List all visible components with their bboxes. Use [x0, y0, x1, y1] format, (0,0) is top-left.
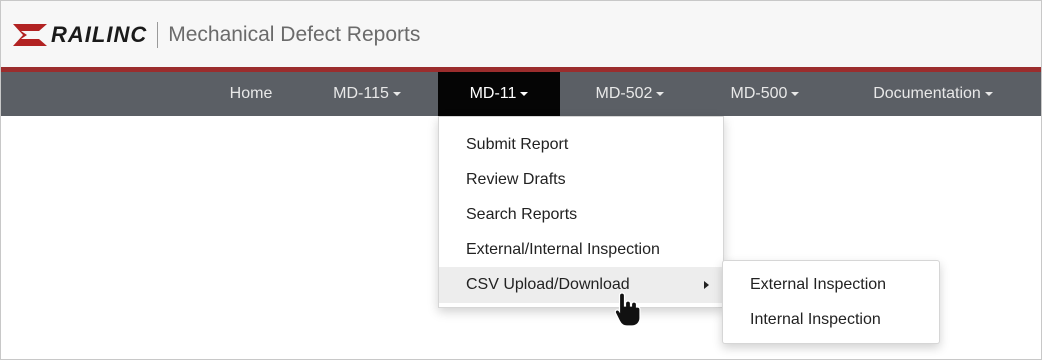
caret-down-icon — [520, 91, 529, 96]
caret-down-icon — [984, 91, 993, 96]
page-header: RAILINC Mechanical Defect Reports — [1, 1, 1041, 67]
brand-name: RAILINC — [51, 22, 148, 47]
menu-item-label: CSV Upload/Download — [466, 276, 630, 293]
menu-item-label: Review Drafts — [466, 171, 566, 188]
nav-md502-label: MD-502 — [595, 85, 653, 102]
submenu-item-label: External Inspection — [750, 276, 887, 293]
app-window: RAILINC Mechanical Defect Reports Home M… — [0, 0, 1042, 360]
main-nav: Home MD-115 MD-11 MD-502 MD-500 Document… — [1, 72, 1041, 116]
menu-item-external-internal-inspection[interactable]: External/Internal Inspection — [439, 232, 723, 268]
app-title: Mechanical Defect Reports — [168, 23, 421, 46]
menu-item-label: Search Reports — [466, 206, 578, 223]
submenu-item-internal-inspection[interactable]: Internal Inspection — [723, 303, 939, 337]
nav-md11-label: MD-11 — [469, 85, 517, 102]
brand-divider — [157, 22, 159, 48]
nav-md502[interactable]: MD-502 — [575, 72, 685, 116]
brand: RAILINC Mechanical Defect Reports — [13, 21, 420, 49]
nav-documentation[interactable]: Documentation — [843, 72, 1023, 116]
submenu-item-label: Internal Inspection — [750, 311, 881, 328]
railinc-logo-icon — [13, 24, 47, 46]
nav-md11[interactable]: MD-11 — [438, 72, 560, 116]
csv-submenu: External Inspection Internal Inspection — [722, 260, 940, 344]
menu-item-search-reports[interactable]: Search Reports — [439, 197, 723, 233]
menu-item-review-drafts[interactable]: Review Drafts — [439, 162, 723, 198]
nav-md115-label: MD-115 — [333, 85, 389, 102]
nav-md500-label: MD-500 — [730, 85, 788, 102]
caret-down-icon — [656, 91, 665, 96]
menu-item-csv-upload-download[interactable]: CSV Upload/Download — [439, 267, 723, 303]
nav-home[interactable]: Home — [211, 72, 291, 116]
caret-down-icon — [392, 91, 401, 96]
caret-right-icon — [704, 281, 709, 289]
nav-documentation-label: Documentation — [873, 85, 981, 102]
nav-home-label: Home — [229, 85, 273, 102]
hand-pointer-icon — [614, 292, 641, 327]
caret-down-icon — [791, 91, 800, 96]
menu-item-submit-report[interactable]: Submit Report — [439, 127, 723, 163]
nav-md500[interactable]: MD-500 — [710, 72, 820, 116]
menu-item-label: Submit Report — [466, 136, 569, 153]
md11-dropdown-menu: Submit Report Review Drafts Search Repor… — [438, 116, 724, 308]
menu-item-label: External/Internal Inspection — [466, 241, 660, 258]
nav-md115[interactable]: MD-115 — [317, 72, 417, 116]
submenu-item-external-inspection[interactable]: External Inspection — [723, 268, 939, 302]
